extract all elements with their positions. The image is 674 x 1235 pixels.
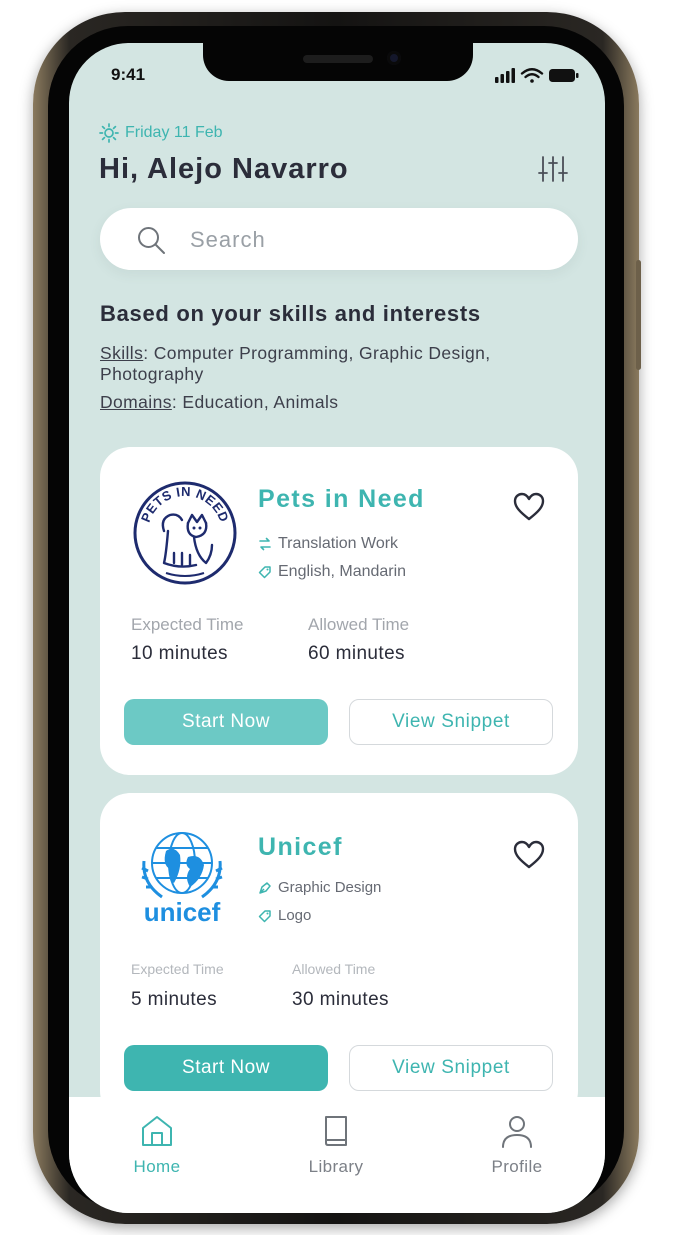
tab-profile[interactable]: Profile	[457, 1113, 577, 1177]
search-icon	[138, 227, 165, 254]
status-icons	[495, 65, 581, 85]
expected-time-value: 5 minutes	[131, 989, 217, 1010]
category-row: Graphic Design	[258, 879, 381, 896]
skills-value: : Computer Programming, Graphic Design, …	[100, 343, 491, 384]
date-label: Friday 11 Feb	[125, 124, 223, 141]
view-snippet-button[interactable]: View Snippet	[349, 699, 553, 745]
side-button	[636, 260, 641, 370]
category-label: Graphic Design	[278, 879, 382, 896]
allowed-time-value: 30 minutes	[292, 989, 389, 1010]
domains-line: Domains: Education, Animals	[100, 392, 550, 413]
tag-icon	[258, 566, 271, 579]
opportunity-card: PETS IN NEED Pets in Need Translation Wo…	[100, 447, 578, 775]
tab-home[interactable]: Home	[97, 1113, 217, 1177]
book-icon	[325, 1116, 347, 1146]
allowed-time-label: Allowed Time	[308, 615, 410, 634]
organization-name: Unicef	[258, 833, 343, 861]
wifi-icon	[520, 68, 544, 83]
view-snippet-button[interactable]: View Snippet	[349, 1045, 553, 1091]
home-icon	[142, 1116, 172, 1146]
domains-value: : Education, Animals	[171, 392, 339, 412]
pen-nib-icon	[259, 881, 271, 894]
sun-icon	[99, 123, 119, 143]
expected-time-value: 10 minutes	[131, 643, 228, 664]
favorite-button[interactable]	[512, 491, 546, 523]
tags-label: English, Mandarin	[278, 563, 407, 580]
notch	[203, 43, 473, 81]
allowed-time-label: Allowed Time	[292, 961, 376, 977]
tag-icon	[258, 909, 271, 922]
logo-text: unicef	[144, 897, 221, 927]
signal-icon	[495, 68, 515, 83]
heart-icon	[513, 492, 545, 521]
swap-icon	[259, 537, 271, 551]
unicef-logo: unicef	[130, 821, 240, 931]
filter-button[interactable]	[535, 151, 571, 187]
pets-in-need-logo: PETS IN NEED	[130, 475, 240, 585]
section-title: Based on your skills and interests	[100, 301, 481, 326]
organization-name: Pets in Need	[258, 485, 425, 513]
speaker-grille	[303, 55, 373, 63]
status-time: 9:41	[111, 65, 146, 84]
domains-label: Domains	[100, 392, 172, 412]
skills-line: Skills: Computer Programming, Graphic De…	[100, 343, 550, 385]
sliders-icon	[538, 156, 568, 182]
tab-home-label: Home	[133, 1157, 181, 1176]
battery-icon	[549, 69, 579, 82]
expected-time-label: Expected Time	[131, 961, 224, 977]
front-camera	[387, 51, 401, 65]
search-input[interactable]	[188, 222, 552, 258]
heart-icon	[513, 840, 545, 869]
opportunity-card: unicef Unicef Graphic Design Logo Expect…	[100, 793, 578, 1121]
start-now-button[interactable]: Start Now	[124, 1045, 328, 1091]
allowed-time-value: 60 minutes	[308, 643, 405, 664]
user-icon	[502, 1116, 532, 1148]
category-row: Translation Work	[258, 535, 398, 553]
expected-time-label: Expected Time	[131, 615, 244, 634]
favorite-button[interactable]	[512, 839, 546, 871]
app-screen: 9:41 Friday 11 Feb Hi, Alejo Navarro Sea…	[69, 43, 605, 1213]
greeting-title: Hi, Alejo Navarro	[99, 153, 349, 185]
category-label: Translation Work	[278, 535, 399, 552]
tab-profile-label: Profile	[491, 1157, 543, 1176]
tab-library[interactable]: Library	[276, 1113, 396, 1177]
tags-row: English, Mandarin	[258, 563, 406, 581]
search-bar[interactable]	[100, 208, 578, 270]
start-now-button[interactable]: Start Now	[124, 699, 328, 745]
skills-label: Skills	[100, 343, 144, 363]
tab-library-label: Library	[308, 1157, 364, 1176]
tags-row: Logo	[258, 907, 311, 924]
tags-label: Logo	[278, 907, 312, 924]
date-row: Friday 11 Feb	[99, 123, 223, 143]
bottom-tab-bar: Home Library Profile	[69, 1097, 605, 1213]
